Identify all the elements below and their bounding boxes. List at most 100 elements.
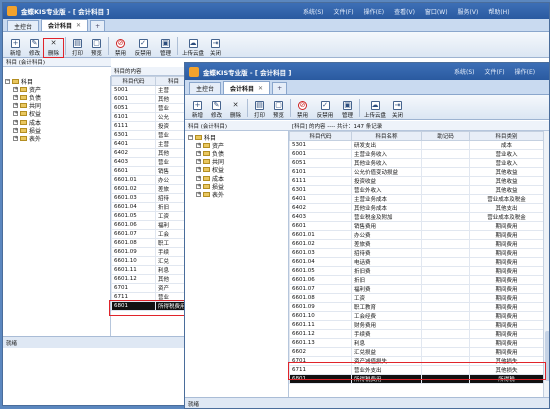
table-row[interactable]: 6601.05 工资 <box>111 211 191 221</box>
tree-item-off-balance[interactable]: + 表外 <box>5 134 108 143</box>
table-row[interactable]: 6711 营业外支出 其他损失 <box>289 365 543 375</box>
back-preview-button[interactable]: ▢ 预览 <box>87 39 106 57</box>
front-delete-button[interactable]: ✕ 删除 <box>226 101 245 120</box>
table-row[interactable]: 6601.10 汇兑 <box>111 256 191 266</box>
menu-window[interactable]: 窗口(W) <box>425 7 448 16</box>
collapse-icon[interactable]: − <box>5 78 10 84</box>
table-row[interactable]: 6301 营业外收入 其他收益 <box>289 185 543 195</box>
table-row[interactable]: 6601.09 职工教育 期间费用 <box>289 302 543 312</box>
column-header-code[interactable]: 科目代码 <box>289 131 352 141</box>
back-disable-button[interactable]: ⊘ 禁用 <box>111 39 130 57</box>
column-header-name[interactable]: 科目名称 <box>351 131 422 141</box>
menu-edit[interactable]: 操作(E) <box>515 67 535 76</box>
front-tab-main-console[interactable]: 主控台 <box>189 82 222 94</box>
table-row[interactable]: 6601.05 折旧费 期间费用 <box>289 266 543 276</box>
expand-icon[interactable]: + <box>196 175 201 181</box>
column-header-category[interactable]: 科目类别 <box>469 131 543 141</box>
expand-icon[interactable]: + <box>196 167 201 173</box>
table-row[interactable]: 6801 所得税费用 所得税 <box>289 374 543 384</box>
menu-service[interactable]: 服务(V) <box>458 7 479 16</box>
tree-item-equity[interactable]: + 权益 <box>188 166 285 174</box>
back-cloud-upload-button[interactable]: ☁ 上传云盘 <box>180 39 206 57</box>
close-tab-icon[interactable]: ✕ <box>76 22 81 29</box>
table-row[interactable]: 6601.10 工会经费 期间费用 <box>289 311 543 321</box>
table-row[interactable]: 6601.06 折旧 期间费用 <box>289 275 543 285</box>
table-row[interactable]: 6601.12 手续费 期间费用 <box>289 329 543 339</box>
table-row[interactable]: 6602 汇兑损益 期间费用 <box>289 347 543 357</box>
table-row[interactable]: 5001 主营 <box>111 85 191 95</box>
tree-root[interactable]: − 科目 <box>5 77 108 86</box>
table-row[interactable]: 6001 主营业务收入 营业收入 <box>289 149 543 159</box>
front-print-button[interactable]: ▤ 打印 <box>250 101 269 119</box>
table-row[interactable]: 6601.07 工会 <box>111 229 191 239</box>
expand-icon[interactable]: + <box>13 119 18 125</box>
expand-icon[interactable]: + <box>13 86 18 92</box>
front-vertical-scrollbar[interactable] <box>543 131 549 397</box>
back-print-button[interactable]: ▤ 打印 <box>68 39 87 57</box>
front-enable-button[interactable]: ✓ 反禁用 <box>312 101 338 119</box>
front-disable-button[interactable]: ⊘ 禁用 <box>293 101 312 119</box>
table-row[interactable]: 6601.01 办公 <box>111 175 191 185</box>
menu-file[interactable]: 文件(F) <box>334 7 354 16</box>
table-row[interactable]: 6601.08 工资 期间费用 <box>289 293 543 303</box>
table-row[interactable]: 6601.02 差旅费 期间费用 <box>289 239 543 249</box>
expand-icon[interactable]: + <box>13 135 18 141</box>
tree-item-equity[interactable]: + 权益 <box>5 110 108 118</box>
table-row[interactable]: 6601.01 办公费 期间费用 <box>289 230 543 240</box>
table-row[interactable]: 6101 公允 <box>111 112 191 122</box>
table-row[interactable]: 6701 资产减值损失 其他损失 <box>289 356 543 366</box>
table-row[interactable]: 6051 营业 <box>111 103 191 113</box>
table-row[interactable]: 6601 销售 <box>111 166 191 176</box>
menu-system[interactable]: 系统(S) <box>454 67 475 76</box>
table-row[interactable]: 6601.08 职工 <box>111 238 191 248</box>
table-row[interactable]: 6401 主营 <box>111 139 191 149</box>
table-row[interactable]: 6601.03 招待 <box>111 193 191 203</box>
table-row[interactable]: 6601.04 电话费 期间费用 <box>289 257 543 267</box>
table-row[interactable]: 6402 其他业务成本 其他支出 <box>289 203 543 213</box>
table-row[interactable]: 6801 所得税费用 <box>111 301 191 311</box>
new-tab-button[interactable]: + <box>90 20 106 31</box>
column-header-mnemonic[interactable]: 助记码 <box>421 131 470 141</box>
expand-icon[interactable]: + <box>196 142 201 148</box>
table-row[interactable]: 6401 主营业务成本 营业成本及税金 <box>289 194 543 204</box>
menu-view[interactable]: 查看(V) <box>394 7 415 16</box>
back-tab-accounts[interactable]: 会计科目 ✕ <box>41 19 89 31</box>
tree-item-liabilities[interactable]: + 负债 <box>188 149 285 158</box>
table-row[interactable]: 6403 营业税金及附加 营业成本及税金 <box>289 212 543 222</box>
front-cloud-upload-button[interactable]: ☁ 上传云盘 <box>362 101 388 119</box>
table-row[interactable]: 6601.09 手续 <box>111 247 191 257</box>
front-close-button[interactable]: ⇥ 关闭 <box>388 101 407 119</box>
scrollbar-thumb[interactable] <box>545 331 549 381</box>
back-close-button[interactable]: ⇥ 关闭 <box>206 39 225 57</box>
tree-item-liabilities[interactable]: + 负债 <box>5 93 108 102</box>
tree-item-cost[interactable]: + 成本 <box>188 174 285 183</box>
back-tab-main-console[interactable]: 主控台 <box>7 20 40 31</box>
table-row[interactable]: 6111 投资收益 其他收益 <box>289 176 543 186</box>
menu-edit[interactable]: 操作(E) <box>364 7 384 16</box>
table-row[interactable]: 6601.02 差旅 <box>111 184 191 194</box>
table-row[interactable]: 6711 营业 <box>111 292 191 302</box>
collapse-icon[interactable]: − <box>188 134 193 140</box>
tree-item-profit-loss[interactable]: + 损益 <box>188 182 285 191</box>
back-edit-button[interactable]: ✎ 修改 <box>25 39 44 57</box>
tree-item-cost[interactable]: + 成本 <box>5 118 108 127</box>
table-row[interactable]: 6601.04 折旧 <box>111 202 191 212</box>
table-row[interactable]: 6601.11 财务费用 期间费用 <box>289 320 543 330</box>
table-row[interactable]: 6601.03 招待费 期间费用 <box>289 248 543 258</box>
table-row[interactable]: 6111 投资 <box>111 121 191 131</box>
table-row[interactable]: 5301 研发支出 成本 <box>289 140 543 150</box>
expand-icon[interactable]: + <box>13 127 18 133</box>
table-row[interactable]: 6403 营业 <box>111 157 191 167</box>
front-manage-button[interactable]: ▣ 管理 <box>338 101 357 119</box>
back-manage-button[interactable]: ▣ 管理 <box>156 39 175 57</box>
table-row[interactable]: 6701 资产 <box>111 283 191 293</box>
close-tab-icon[interactable]: ✕ <box>258 85 263 92</box>
table-row[interactable]: 6101 公允价值变动损益 其他收益 <box>289 167 543 177</box>
front-new-button[interactable]: + 新增 <box>188 101 207 119</box>
front-edit-button[interactable]: ✎ 修改 <box>207 101 226 119</box>
tree-item-assets[interactable]: + 资产 <box>188 141 285 150</box>
table-row[interactable]: 6051 其他业务收入 营业收入 <box>289 158 543 168</box>
table-row[interactable]: 6001 其他 <box>111 94 191 104</box>
tree-item-common[interactable]: + 共同 <box>188 158 285 166</box>
table-row[interactable]: 6601.13 利息 期间费用 <box>289 338 543 348</box>
